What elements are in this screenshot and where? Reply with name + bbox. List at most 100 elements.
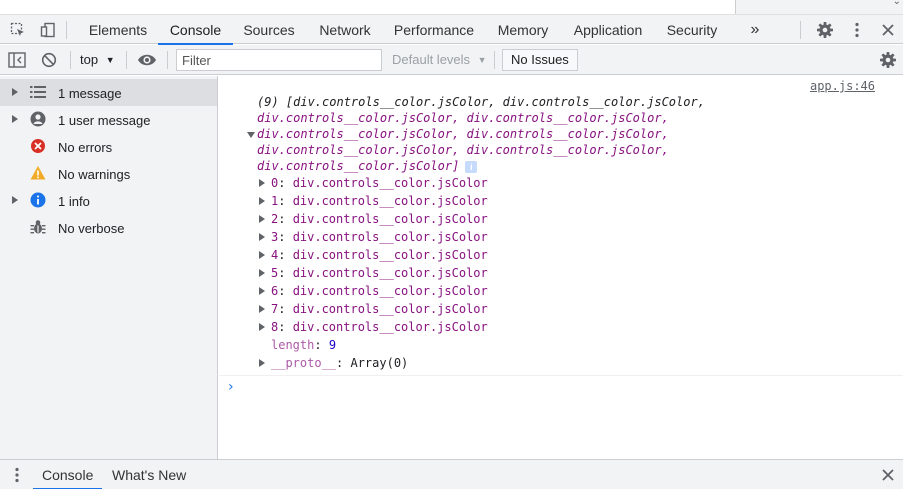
expand-arrow-icon[interactable] [12, 88, 18, 96]
array-summary-end: div.controls__color.jsColor] [257, 159, 460, 173]
log-summary-line: div.controls__color.jsColor, div.control… [257, 127, 669, 141]
dropdown-arrow-icon: ▼ [477, 55, 487, 65]
tab-console[interactable]: Console [158, 15, 233, 45]
drawer-tab-console[interactable]: Console [32, 460, 103, 489]
expand-arrow-icon[interactable] [12, 115, 18, 123]
expand-arrow-icon[interactable] [259, 233, 265, 241]
sidebar-item-info[interactable]: 1 info [0, 187, 217, 214]
expand-arrow-icon[interactable] [12, 196, 18, 204]
tabbar-divider [800, 21, 801, 39]
entry-value: div.controls__color.jsColor [292, 266, 488, 280]
tab-elements[interactable]: Elements [84, 15, 152, 45]
entry-value: div.controls__color.jsColor [292, 212, 488, 226]
inspect-element-icon[interactable] [4, 15, 32, 45]
entry-value: div.controls__color.jsColor [292, 284, 488, 298]
log-summary-line[interactable]: (9) [div.controls__color.jsColor, div.co… [257, 94, 705, 110]
default-levels-label: Default levels [392, 52, 471, 67]
context-select[interactable]: top ▼ [80, 45, 115, 75]
sidebar-toggle-icon[interactable] [8, 52, 26, 71]
toolbar-divider [167, 51, 168, 69]
sidebar-item-warnings[interactable]: No warnings [0, 160, 217, 187]
sidebar-item-label: 1 info [58, 194, 90, 209]
expand-arrow-icon[interactable] [259, 287, 265, 295]
toolbar-divider [494, 51, 495, 69]
console-settings-gear-icon[interactable] [879, 51, 897, 72]
error-icon [30, 138, 46, 154]
context-select-value: top [80, 52, 99, 67]
expand-arrow-icon[interactable] [259, 215, 265, 223]
sidebar-item-label: 1 user message [58, 113, 151, 128]
sidebar-item-verbose[interactable]: No verbose [0, 214, 217, 241]
dropdown-arrow-icon: ▼ [105, 55, 115, 65]
toolbar-divider [70, 51, 71, 69]
expand-arrow-icon[interactable] [259, 197, 265, 205]
expand-arrow-icon[interactable] [259, 179, 265, 187]
sidebar-item-label: No verbose [58, 221, 125, 236]
entry-value: div.controls__color.jsColor [292, 302, 488, 316]
devtools-tabbar: Elements Console Sources Network Perform… [0, 14, 903, 45]
drawer-tabbar: Console What's New [0, 459, 903, 489]
length-value: 9 [328, 338, 337, 352]
sidebar-item-label: No warnings [58, 167, 131, 182]
toolbar-divider [126, 51, 127, 69]
list-icon [30, 84, 46, 100]
bug-icon [30, 219, 46, 235]
more-tabs-button[interactable]: » [744, 15, 766, 45]
issues-button[interactable]: No Issues [502, 49, 578, 71]
entry-value: div.controls__color.jsColor [292, 320, 488, 334]
sidebar-item-label: 1 message [58, 86, 122, 101]
live-expression-eye-icon[interactable] [137, 53, 157, 70]
array-summary-text: (9) [div.controls__color.jsColor, div.co… [257, 95, 705, 109]
sidebar-item-errors[interactable]: No errors [0, 133, 217, 160]
top-right-block: ⌄ [735, 0, 903, 14]
drawer-menu-icon[interactable] [14, 467, 20, 486]
proto-key: __proto__ [271, 356, 337, 370]
proto-value: Array(0) [350, 356, 409, 370]
close-devtools-icon[interactable] [874, 15, 902, 45]
tabbar-divider [66, 21, 67, 39]
info-badge-icon[interactable]: i [465, 160, 478, 173]
clear-console-icon[interactable] [41, 52, 57, 71]
filter-input[interactable] [176, 49, 382, 71]
tab-network[interactable]: Network [310, 15, 380, 45]
expand-arrow-icon[interactable] [259, 269, 265, 277]
tab-security[interactable]: Security [661, 15, 723, 45]
prompt-chevron-icon: › [228, 379, 234, 395]
chevron-down-icon[interactable]: ⌄ [893, 0, 901, 7]
entry-value: div.controls__color.jsColor [292, 176, 488, 190]
tab-sources[interactable]: Sources [237, 15, 301, 45]
tab-performance[interactable]: Performance [389, 15, 479, 45]
expand-arrow-icon[interactable] [259, 359, 265, 367]
kebab-menu-icon[interactable] [843, 15, 871, 45]
settings-gear-icon[interactable] [811, 15, 839, 45]
device-toolbar-icon[interactable] [34, 15, 62, 45]
console-sidebar: 1 message 1 user message No errors No wa… [0, 76, 218, 459]
console-output: app.js:46 (9) [div.controls__color.jsCol… [219, 76, 903, 459]
entry-value: div.controls__color.jsColor [292, 194, 488, 208]
sidebar-item-user-messages[interactable]: 1 user message [0, 106, 217, 133]
expand-arrow-icon[interactable] [259, 305, 265, 313]
log-summary-line: div.controls__color.jsColor, div.control… [257, 111, 669, 125]
log-summary-line: div.controls__color.jsColor] i [257, 158, 478, 174]
length-key: length [271, 338, 315, 352]
console-prompt[interactable]: › [219, 375, 903, 459]
tab-memory[interactable]: Memory [491, 15, 555, 45]
drawer-tab-whats-new[interactable]: What's New [112, 460, 186, 489]
collapse-arrow-icon[interactable] [247, 132, 255, 138]
close-drawer-icon[interactable] [881, 468, 895, 485]
sidebar-item-messages[interactable]: 1 message [0, 79, 217, 106]
window-top-strip: ⌄ [0, 0, 903, 14]
tab-application[interactable]: Application [568, 15, 648, 45]
user-icon [30, 111, 46, 127]
default-levels-select[interactable]: Default levels ▼ [392, 45, 487, 75]
source-link[interactable]: app.js:46 [810, 79, 875, 93]
entry-value: div.controls__color.jsColor [292, 248, 488, 262]
warning-icon [30, 165, 46, 181]
expand-arrow-icon[interactable] [259, 323, 265, 331]
expand-arrow-icon[interactable] [259, 251, 265, 259]
entry-value: div.controls__color.jsColor [292, 230, 488, 244]
info-icon [30, 192, 46, 208]
sidebar-item-label: No errors [58, 140, 113, 155]
console-toolbar: top ▼ Default levels ▼ No Issues [0, 45, 903, 75]
log-summary-line: div.controls__color.jsColor, div.control… [257, 143, 669, 157]
